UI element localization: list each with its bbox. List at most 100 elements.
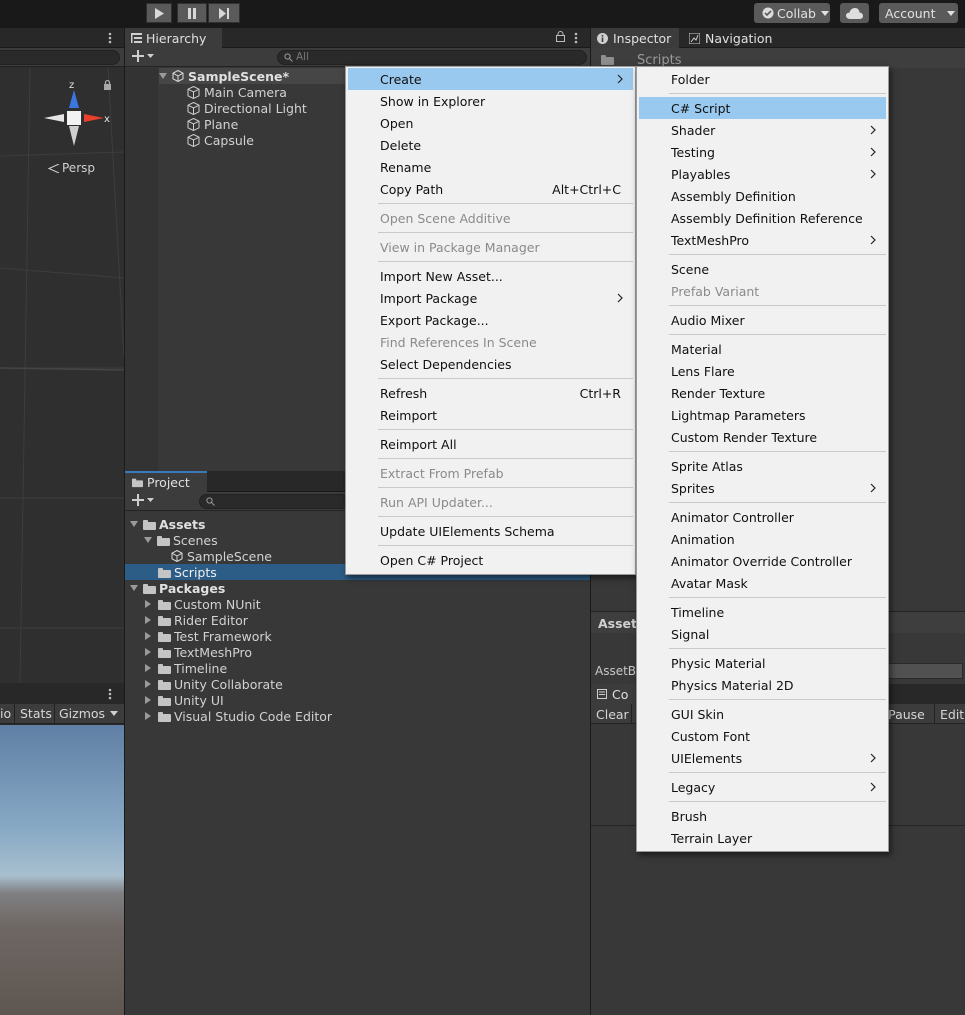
orientation-gizmo[interactable]: z x	[40, 80, 118, 156]
editor-dropdown[interactable]: Edit	[940, 707, 964, 722]
tab-navigation[interactable]: Navigation	[683, 28, 783, 48]
samplescene-asset[interactable]: SampleScene	[171, 548, 272, 564]
folder-icon	[158, 647, 171, 658]
menu-item-open-c-project[interactable]: Open C# Project	[348, 549, 633, 571]
menu-item-sprite-atlas[interactable]: Sprite Atlas	[639, 455, 886, 477]
menu-item-terrain-layer[interactable]: Terrain Layer	[639, 827, 886, 849]
package-item[interactable]: Test Framework	[145, 628, 272, 644]
package-item[interactable]: Unity Collaborate	[145, 676, 283, 692]
create-dropdown[interactable]	[132, 494, 154, 506]
menu-item-import-package[interactable]: Import Package	[348, 287, 633, 309]
menu-item-reimport[interactable]: Reimport	[348, 404, 633, 426]
kebab-menu-icon[interactable]	[108, 32, 112, 44]
hierarchy-item[interactable]: Main Camera	[187, 84, 287, 100]
menu-item-update-uielements-schema[interactable]: Update UIElements Schema	[348, 520, 633, 542]
hierarchy-item[interactable]: Directional Light	[187, 100, 307, 116]
menu-item-physics-material-2d[interactable]: Physics Material 2D	[639, 674, 886, 696]
menu-item-uielements[interactable]: UIElements	[639, 747, 886, 769]
menu-item-signal[interactable]: Signal	[639, 623, 886, 645]
menu-item-custom-render-texture[interactable]: Custom Render Texture	[639, 426, 886, 448]
menu-item-animator-controller[interactable]: Animator Controller	[639, 506, 886, 528]
package-item[interactable]: Rider Editor	[145, 612, 248, 628]
scene-search-input[interactable]	[0, 50, 120, 65]
menu-item-rename[interactable]: Rename	[348, 156, 633, 178]
account-dropdown[interactable]: Account	[879, 3, 958, 23]
menu-item-scene[interactable]: Scene	[639, 258, 886, 280]
menu-item-testing[interactable]: Testing	[639, 141, 886, 163]
menu-item-brush[interactable]: Brush	[639, 805, 886, 827]
hierarchy-search-input[interactable]: All	[277, 50, 587, 65]
package-item[interactable]: Unity UI	[145, 692, 224, 708]
menu-item-create[interactable]: Create	[348, 68, 633, 90]
tab-hierarchy[interactable]: Hierarchy	[125, 28, 222, 48]
game-toolbar-partial[interactable]: io	[0, 706, 11, 721]
menu-item-export-package[interactable]: Export Package...	[348, 309, 633, 331]
persp-label[interactable]: Persp	[48, 161, 95, 175]
menu-item-reimport-all[interactable]: Reimport All	[348, 433, 633, 455]
menu-item-audio-mixer[interactable]: Audio Mixer	[639, 309, 886, 331]
step-button[interactable]	[208, 3, 240, 23]
scenes-folder[interactable]: Scenes	[144, 532, 218, 548]
menu-item-animator-override-controller[interactable]: Animator Override Controller	[639, 550, 886, 572]
package-item[interactable]: Visual Studio Code Editor	[145, 708, 332, 724]
pause-icon	[188, 7, 196, 19]
package-item[interactable]: Custom NUnit	[145, 596, 261, 612]
project-search-input[interactable]	[199, 494, 349, 509]
game-viewport[interactable]	[0, 725, 124, 1015]
menu-item-physic-material[interactable]: Physic Material	[639, 652, 886, 674]
menu-item-sprites[interactable]: Sprites	[639, 477, 886, 499]
assets-folder[interactable]: Assets	[130, 516, 205, 532]
menu-item-playables[interactable]: Playables	[639, 163, 886, 185]
menu-item-shader[interactable]: Shader	[639, 119, 886, 141]
package-item[interactable]: TextMeshPro	[145, 644, 252, 660]
hierarchy-item[interactable]: Capsule	[187, 132, 254, 148]
menu-item-open[interactable]: Open	[348, 112, 633, 134]
menu-item-c-script[interactable]: C# Script	[639, 97, 886, 119]
search-icon	[206, 497, 215, 506]
menu-item-show-in-explorer[interactable]: Show in Explorer	[348, 90, 633, 112]
gizmos-button[interactable]: Gizmos	[59, 706, 105, 721]
cloud-button[interactable]	[840, 3, 869, 23]
collab-dropdown[interactable]: Collab	[754, 3, 830, 23]
menu-item-render-texture[interactable]: Render Texture	[639, 382, 886, 404]
menu-item-gui-skin[interactable]: GUI Skin	[639, 703, 886, 725]
tab-project[interactable]: Project	[125, 471, 207, 492]
lock-icon[interactable]	[556, 31, 565, 42]
menu-item-animation[interactable]: Animation	[639, 528, 886, 550]
menu-item-material[interactable]: Material	[639, 338, 886, 360]
stats-button[interactable]: Stats	[20, 706, 52, 721]
package-item[interactable]: Timeline	[145, 660, 227, 676]
menu-item-import-new-asset[interactable]: Import New Asset...	[348, 265, 633, 287]
menu-item-assembly-definition[interactable]: Assembly Definition	[639, 185, 886, 207]
menu-item-textmeshpro[interactable]: TextMeshPro	[639, 229, 886, 251]
pause-button[interactable]	[177, 3, 207, 23]
lock-icon[interactable]	[103, 80, 112, 90]
menu-item-copy-path[interactable]: Copy Path Alt+Ctrl+C	[348, 178, 633, 200]
menu-item-refresh[interactable]: Refresh Ctrl+R	[348, 382, 633, 404]
menu-item-extract-from-prefab: Extract From Prefab	[348, 462, 633, 484]
menu-item-assembly-definition-reference[interactable]: Assembly Definition Reference	[639, 207, 886, 229]
kebab-menu-icon[interactable]	[108, 688, 112, 700]
menu-item-folder[interactable]: Folder	[639, 68, 886, 90]
menu-item-legacy[interactable]: Legacy	[639, 776, 886, 798]
clear-button[interactable]: Clear	[596, 707, 629, 722]
create-dropdown[interactable]	[132, 50, 154, 62]
account-label: Account	[885, 5, 936, 21]
menu-item-lens-flare[interactable]: Lens Flare	[639, 360, 886, 382]
hierarchy-tab-bar: Hierarchy	[125, 28, 590, 48]
menu-item-lightmap-parameters[interactable]: Lightmap Parameters	[639, 404, 886, 426]
hierarchy-item[interactable]: Plane	[187, 116, 238, 132]
tab-inspector[interactable]: Inspector	[591, 28, 679, 48]
play-button[interactable]	[146, 3, 172, 23]
menu-item-delete[interactable]: Delete	[348, 134, 633, 156]
menu-item-avatar-mask[interactable]: Avatar Mask	[639, 572, 886, 594]
menu-item-custom-font[interactable]: Custom Font	[639, 725, 886, 747]
menu-item-select-dependencies[interactable]: Select Dependencies	[348, 353, 633, 375]
kebab-menu-icon[interactable]	[574, 32, 578, 44]
menu-item-timeline[interactable]: Timeline	[639, 601, 886, 623]
folder-open-icon	[143, 519, 156, 530]
folder-icon	[601, 54, 614, 65]
dropdown-arrow-icon[interactable]	[110, 711, 118, 716]
assetbundle-variant-dropdown[interactable]	[887, 663, 963, 679]
packages-folder[interactable]: Packages	[130, 580, 225, 596]
